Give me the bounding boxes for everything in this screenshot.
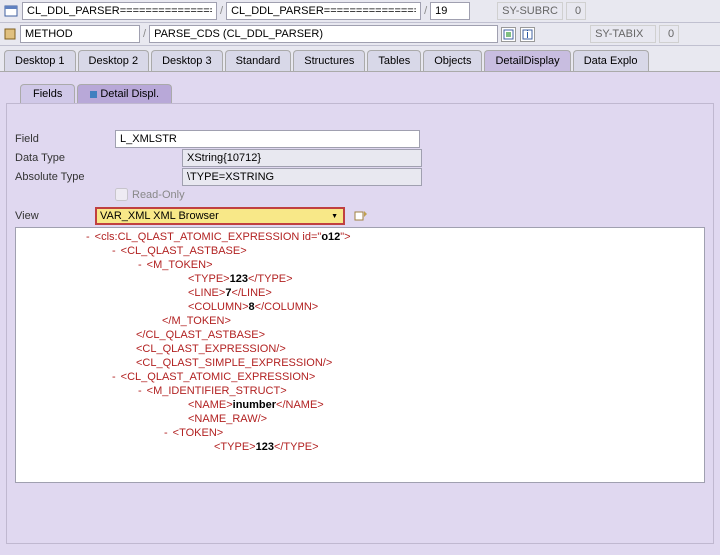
readonly-checkbox [115,188,128,201]
separator: / [143,28,146,40]
tab-objects[interactable]: Objects [423,50,482,71]
xml-line: -<M_TOKEN> [20,258,700,272]
view-select[interactable]: VAR_XML XML Browser ▼ [95,207,345,225]
xml-line: -<CL_QLAST_ATOMIC_EXPRESSION> [20,370,700,384]
tab-tables[interactable]: Tables [367,50,421,71]
absolute-type-label: Absolute Type [15,171,182,183]
parse-field[interactable] [149,25,498,43]
xml-line: <NAME>inumber</NAME> [20,398,700,412]
xml-line: <CL_QLAST_EXPRESSION/> [20,342,700,356]
xml-line: <TYPE>123</TYPE> [20,272,700,286]
xml-line: </M_TOKEN> [20,314,700,328]
subtab-detail-display[interactable]: Detail Displ. [77,84,172,103]
subtab-fields[interactable]: Fields [20,84,75,103]
view-label: View [15,210,95,222]
sy-tabix-label [590,25,656,43]
detail-display-content: Fields Detail Displ. Field Data Type Abs… [0,72,720,555]
main-tab-strip: Desktop 1 Desktop 2 Desktop 3 Standard S… [0,46,720,72]
method-field[interactable] [20,25,140,43]
xml-line: <LINE>7</LINE> [20,286,700,300]
xml-line: <CL_QLAST_SIMPLE_EXPRESSION/> [20,356,700,370]
xml-line: <TYPE>123</TYPE> [20,440,700,454]
sy-subrc-label [497,2,563,20]
data-type-label: Data Type [15,152,182,164]
sy-tabix-value [659,25,679,43]
xml-line: -<TOKEN> [20,426,700,440]
field-label: Field [15,133,115,145]
detail-panel: Field Data Type Absolute Type Read-Only … [6,103,714,544]
xml-line: -<CL_QLAST_ASTBASE> [20,244,700,258]
readonly-row: Read-Only [115,188,705,201]
active-dot-icon [90,91,97,98]
chevron-down-icon: ▼ [331,213,338,220]
tab-desktop-1[interactable]: Desktop 1 [4,50,76,71]
breadcrumb-input-2[interactable] [226,2,421,20]
top-nav-bar: / / [0,0,720,23]
tab-desktop-2[interactable]: Desktop 2 [78,50,150,71]
tab-data-explorer[interactable]: Data Explo [573,50,649,71]
xml-line: -<M_IDENTIFIER_STRUCT> [20,384,700,398]
readonly-label: Read-Only [132,189,185,201]
xml-line: <COLUMN>8</COLUMN> [20,300,700,314]
data-type-value [182,149,422,167]
separator: / [220,5,223,17]
view-action-icon[interactable] [353,208,369,224]
info-icon[interactable]: i [520,27,535,42]
svg-text:i: i [526,29,528,40]
tab-desktop-3[interactable]: Desktop 3 [151,50,223,71]
absolute-type-value [182,168,422,186]
line-input[interactable] [430,2,470,20]
object-icon[interactable] [3,3,19,19]
separator: / [424,5,427,17]
xml-line: </CL_QLAST_ASTBASE> [20,328,700,342]
sy-subrc-value [566,2,586,20]
sub-tab-strip: Fields Detail Displ. [20,84,714,103]
xml-line: <NAME_RAW/> [20,412,700,426]
tab-detaildisplay[interactable]: DetailDisplay [484,50,570,71]
view-selected-text: VAR_XML XML Browser [100,210,219,222]
field-row: Field [15,130,705,148]
tab-structures[interactable]: Structures [293,50,365,71]
absolute-type-row: Absolute Type [15,168,705,186]
tool-icon-1[interactable] [501,27,516,42]
field-input[interactable] [115,130,420,148]
second-nav-bar: / i [0,23,720,46]
method-icon[interactable] [3,27,17,41]
tab-standard[interactable]: Standard [225,50,292,71]
breadcrumb-input-1[interactable] [22,2,217,20]
xml-line: -<cls:CL_QLAST_ATOMIC_EXPRESSION id="o12… [20,230,700,244]
subtab-detail-label: Detail Displ. [100,88,159,100]
xml-view[interactable]: -<cls:CL_QLAST_ATOMIC_EXPRESSION id="o12… [15,227,705,483]
view-row: View VAR_XML XML Browser ▼ [15,207,705,225]
data-type-row: Data Type [15,149,705,167]
